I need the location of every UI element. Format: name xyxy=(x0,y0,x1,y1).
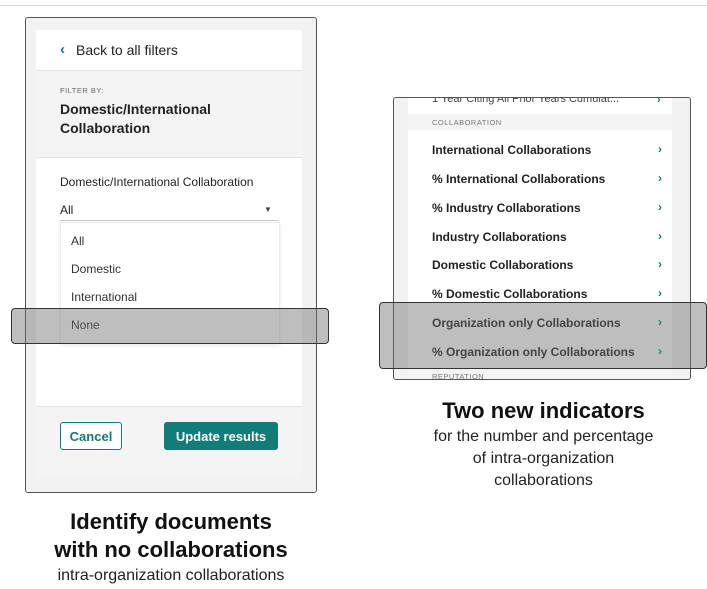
left-caption-line1: Identify documents xyxy=(70,509,272,534)
cancel-button[interactable]: Cancel xyxy=(60,422,122,450)
chevron-left-icon: ‹ xyxy=(60,41,65,58)
option-domestic[interactable]: Domestic xyxy=(71,262,121,276)
indicator-row[interactable]: % International Collaborations xyxy=(432,172,605,186)
collaboration-field-label: Domestic/International Collaboration xyxy=(60,175,254,189)
indicator-row[interactable]: Domestic Collaborations xyxy=(432,258,573,272)
option-international[interactable]: International xyxy=(71,290,137,304)
section-collaboration: COLLABORATION xyxy=(432,118,502,127)
indicator-row-cut[interactable]: 1 Year Citing All Prior Years Cumulat... xyxy=(432,98,619,105)
right-caption-sub3: collaborations xyxy=(494,472,593,489)
filter-by-label: FILTER BY: xyxy=(60,86,105,95)
indicator-row[interactable]: % Industry Collaborations xyxy=(432,201,581,215)
indicator-row[interactable]: Industry Collaborations xyxy=(432,230,567,244)
right-caption-sub2: of intra-organization xyxy=(472,450,615,467)
top-divider xyxy=(0,5,707,6)
back-to-filters-link[interactable]: ‹ Back to all filters xyxy=(36,30,302,71)
highlight-none-option xyxy=(11,308,329,344)
highlight-new-indicators xyxy=(379,302,707,369)
chevron-right-icon: › xyxy=(658,200,662,214)
left-caption-sub: intra-organization collaborations xyxy=(57,567,285,584)
section-reputation: REPUTATION xyxy=(432,372,485,380)
back-to-filters-label: Back to all filters xyxy=(76,42,178,58)
right-caption-sub1: for the number and percentage xyxy=(433,428,654,445)
option-all[interactable]: All xyxy=(71,234,84,248)
chevron-right-icon: › xyxy=(658,171,662,185)
indicator-row[interactable]: International Collaborations xyxy=(432,143,591,157)
chevron-right-icon: › xyxy=(658,229,662,243)
right-caption-title: Two new indicators xyxy=(442,398,645,423)
chevron-right-icon: › xyxy=(658,257,662,271)
chevron-right-icon: › xyxy=(658,142,662,156)
select-value: All xyxy=(60,203,74,217)
indicator-row[interactable]: % Domestic Collaborations xyxy=(432,287,587,301)
chevron-right-icon: › xyxy=(658,286,662,300)
chevron-right-icon: › xyxy=(657,97,661,106)
filter-panel: ‹ Back to all filters FILTER BY: Domesti… xyxy=(36,30,302,478)
select-underline xyxy=(60,220,278,221)
filter-title: Domestic/International Collaboration xyxy=(60,101,211,136)
caret-down-icon: ▼ xyxy=(264,205,272,214)
update-results-button[interactable]: Update results xyxy=(164,422,278,450)
left-caption-line2: with no collaborations xyxy=(54,537,288,562)
